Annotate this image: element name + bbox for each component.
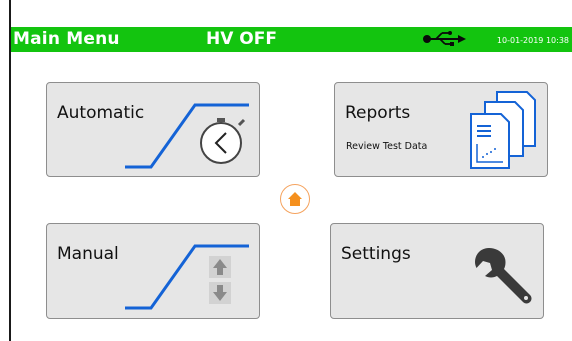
page-title: Main Menu: [13, 29, 120, 49]
manual-label: Manual: [57, 244, 119, 264]
header-bar: Main Menu HV OFF 10-01-2019 10:38: [11, 27, 572, 52]
usb-icon: [423, 31, 466, 46]
stopwatch-ramp-icon: [125, 103, 249, 169]
ramp-up-down-arrows-icon: [125, 244, 249, 310]
hv-status: HV OFF: [206, 29, 277, 49]
settings-label: Settings: [341, 244, 411, 264]
manual-button[interactable]: Manual: [46, 223, 260, 319]
home-button[interactable]: [280, 184, 310, 214]
home-icon: [288, 192, 302, 206]
settings-button[interactable]: Settings: [330, 223, 544, 319]
reports-label: Reports: [345, 103, 411, 123]
reports-button[interactable]: Reports Review Test Data: [334, 82, 548, 177]
automatic-button[interactable]: Automatic: [46, 82, 260, 177]
documents-chart-icon: [470, 91, 536, 169]
reports-sublabel: Review Test Data: [346, 141, 428, 152]
main-screen: Main Menu HV OFF 10-01-2019 10:38 Automa…: [9, 0, 572, 341]
datetime: 10-01-2019 10:38: [496, 36, 569, 45]
wrench-icon: [475, 248, 532, 304]
